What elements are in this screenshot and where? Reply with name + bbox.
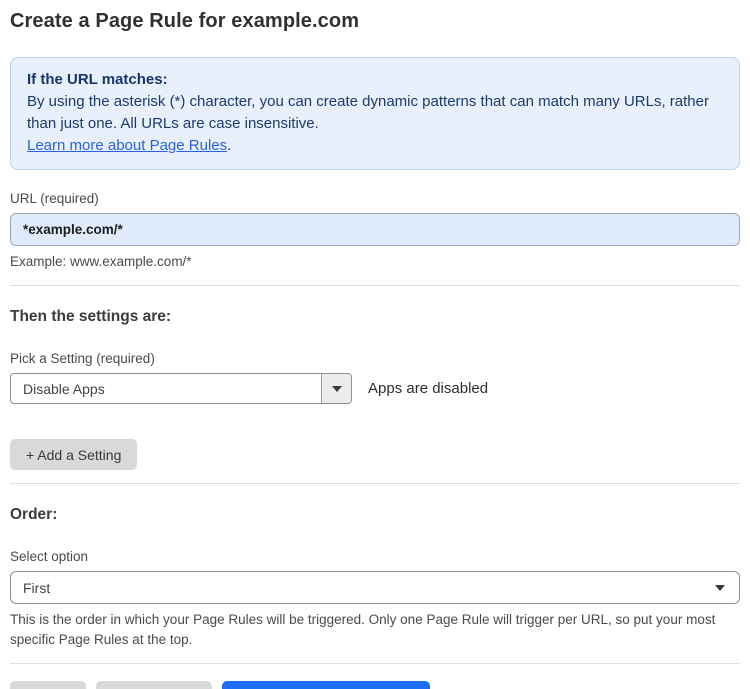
learn-more-link[interactable]: Learn more about Page Rules (27, 137, 227, 154)
footer-actions: Cancel Save as Draft Save and Deploy Pag… (10, 681, 740, 689)
setting-select-value: Disable Apps (23, 380, 105, 397)
url-example-hint: Example: www.example.com/* (10, 254, 192, 269)
order-select-label: Select option (10, 549, 89, 564)
save-deploy-button[interactable]: Save and Deploy Page Rule (222, 681, 431, 689)
order-select-value: First (23, 579, 51, 596)
url-label: URL (required) (10, 191, 99, 206)
order-heading: Order: (10, 506, 58, 523)
settings-heading: Then the settings are: (10, 308, 172, 325)
create-page-rule-form: Create a Page Rule for example.com If th… (0, 0, 750, 689)
divider (10, 285, 740, 286)
url-match-info-box: If the URL matches: By using the asteris… (10, 57, 740, 170)
link-period: . (227, 137, 232, 154)
setting-row: Disable Apps Apps are disabled (10, 373, 740, 404)
add-setting-button[interactable]: + Add a Setting (10, 439, 138, 470)
info-box-link-line: Learn more about Page Rules. (27, 135, 723, 157)
setting-status-text: Apps are disabled (368, 380, 489, 397)
save-draft-button[interactable]: Save as Draft (95, 681, 213, 689)
page-title: Create a Page Rule for example.com (10, 10, 360, 32)
info-box-heading: If the URL matches: (27, 71, 168, 88)
divider (10, 483, 740, 484)
setting-select-arrow-button[interactable] (321, 374, 351, 403)
divider (10, 663, 740, 664)
order-help-text: This is the order in which your Page Rul… (10, 612, 716, 647)
setting-select[interactable]: Disable Apps (10, 373, 352, 404)
caret-down-icon (715, 584, 725, 591)
order-select[interactable]: First (10, 571, 740, 604)
caret-down-icon (331, 385, 342, 392)
url-input[interactable] (10, 213, 740, 246)
info-box-body: By using the asterisk (*) character, you… (27, 93, 709, 132)
pick-setting-label: Pick a Setting (required) (10, 351, 155, 366)
cancel-button[interactable]: Cancel (10, 681, 86, 689)
